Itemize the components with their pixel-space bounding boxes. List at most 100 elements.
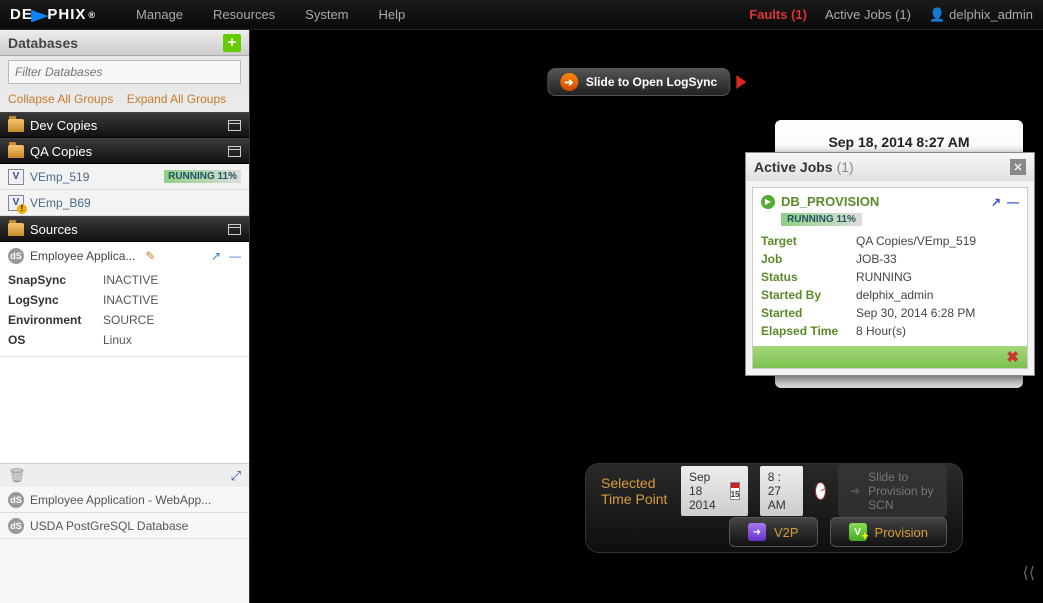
folder-icon (8, 119, 24, 132)
menu-help[interactable]: Help (379, 7, 406, 22)
window-icon[interactable] (228, 146, 241, 157)
jobs-header: Active Jobs (1) ✕ (746, 153, 1034, 181)
menu-system[interactable]: System (305, 7, 348, 22)
close-icon[interactable]: ✕ (1010, 159, 1026, 175)
nav-right: Faults (1) Active Jobs (1) 👤 delphix_admi… (749, 7, 1033, 23)
minimize-icon[interactable]: — (229, 249, 241, 263)
nav-active-jobs[interactable]: Active Jobs (1) (825, 7, 911, 22)
job-key: Job (761, 252, 856, 266)
prop-val: Linux (103, 333, 132, 347)
time-picker[interactable]: 8 : 27 AM (760, 466, 804, 516)
expand-all-link[interactable]: Expand All Groups (127, 92, 226, 106)
arrow-right-icon: ➔ (560, 73, 578, 91)
play-icon[interactable] (736, 75, 746, 89)
nav-user[interactable]: 👤 delphix_admin (929, 7, 1033, 23)
prop-key: SnapSync (8, 273, 103, 287)
logo: DE ▶ PHIX ® (10, 6, 96, 24)
main-area: ➔ Slide to Open LogSync Sep 18, 2014 8:2… (250, 30, 1043, 603)
job-val: QA Copies/VEmp_519 (856, 234, 976, 248)
popout-icon[interactable]: ↗ (991, 195, 1001, 209)
logsync-label: Slide to Open LogSync (586, 75, 717, 89)
sidebar: Databases + Collapse All Groups Expand A… (0, 30, 250, 603)
logo-text-b: PHIX (47, 6, 86, 23)
db-name: VEmp_519 (30, 170, 89, 184)
db-row-vempb69[interactable]: V VEmp_B69 (0, 190, 249, 216)
date-picker[interactable]: Sep 18 2014 (681, 466, 748, 516)
logo-triangle-icon: ▶ (31, 6, 49, 24)
vdb-warn-icon: V (8, 195, 24, 211)
menu-manage[interactable]: Manage (136, 7, 183, 22)
group-label: Dev Copies (30, 118, 97, 133)
logsync-slider[interactable]: ➔ Slide to Open LogSync (547, 68, 730, 96)
window-icon[interactable] (228, 224, 241, 235)
main-menu: Manage Resources System Help (136, 7, 405, 22)
sidebar-tools: 🗑 ⤢ (0, 463, 249, 487)
clock-icon[interactable] (815, 482, 826, 500)
job-name[interactable]: DB_PROVISION (781, 194, 879, 209)
source-row[interactable]: dS USDA PostGreSQL Database (0, 513, 249, 539)
jobs-count: (1) (837, 159, 854, 175)
window-icon[interactable] (228, 120, 241, 131)
provision-icon: V (849, 523, 867, 541)
filter-input[interactable] (8, 60, 241, 84)
source-expanded: dS Employee Applica... ✎ ↗ — SnapSyncINA… (0, 242, 249, 357)
slide-prov-label: Slide to Provision by SCN (868, 470, 935, 512)
slide-provision-scn[interactable]: ➔ Slide to Provision by SCN (838, 464, 947, 518)
source-name: Employee Application - WebApp... (30, 493, 211, 507)
selected-time-label: Selected Time Point (601, 475, 669, 507)
active-jobs-panel: Active Jobs (1) ✕ ▶ DB_PROVISION ↗ — RUN… (745, 152, 1035, 376)
prop-key: LogSync (8, 293, 103, 307)
job-val: delphix_admin (856, 288, 933, 302)
job-key: Status (761, 270, 856, 284)
add-database-button[interactable]: + (223, 34, 241, 52)
user-icon: 👤 (929, 7, 945, 22)
time-value: 8 : 27 AM (768, 470, 796, 512)
edit-icon[interactable]: ✎ (145, 249, 155, 263)
job-val: Sep 30, 2014 6:28 PM (856, 306, 975, 320)
panel-toggle-icon[interactable]: ⟨⟨ (1023, 563, 1035, 583)
group-label: QA Copies (30, 144, 92, 159)
menu-resources[interactable]: Resources (213, 7, 275, 22)
logo-text-a: DE (10, 6, 33, 23)
jobs-title: Active Jobs (754, 159, 833, 175)
minimize-icon[interactable]: — (1007, 195, 1019, 209)
sidebar-title: Databases (8, 35, 78, 51)
popout-icon[interactable]: ↗ (211, 249, 221, 263)
vdb-icon: V (8, 169, 24, 185)
top-nav: DE ▶ PHIX ® Manage Resources System Help… (0, 0, 1043, 30)
prop-val: SOURCE (103, 313, 154, 327)
group-dev-copies[interactable]: Dev Copies (0, 112, 249, 138)
job-key: Elapsed Time (761, 324, 856, 338)
source-name: Employee Applica... (30, 249, 135, 263)
cancel-job-icon[interactable]: ✖ (1006, 348, 1019, 366)
provision-label: Provision (875, 525, 928, 540)
migrate-icon[interactable]: ⤢ (231, 468, 241, 484)
dsource-icon: dS (8, 248, 24, 264)
job-val: JOB-33 (856, 252, 897, 266)
source-title-row[interactable]: dS Employee Applica... ✎ ↗ — (8, 248, 241, 264)
prop-key: Environment (8, 313, 103, 327)
snapshot-time: Sep 18, 2014 8:27 AM (789, 134, 1009, 150)
collapse-all-link[interactable]: Collapse All Groups (8, 92, 113, 106)
v2p-button[interactable]: ➜ V2P (729, 517, 818, 547)
logo-mark: ® (88, 10, 96, 20)
job-key: Started (761, 306, 856, 320)
group-sources[interactable]: Sources (0, 216, 249, 242)
group-qa-copies[interactable]: QA Copies (0, 138, 249, 164)
source-row[interactable]: dS Employee Application - WebApp... (0, 487, 249, 513)
group-controls: Collapse All Groups Expand All Groups (0, 88, 249, 112)
nav-faults[interactable]: Faults (1) (749, 7, 807, 22)
nav-user-label: delphix_admin (949, 7, 1033, 22)
prop-val: INACTIVE (103, 273, 158, 287)
provision-button[interactable]: V Provision (830, 517, 947, 547)
db-row-vemp519[interactable]: V VEmp_519 RUNNING 11% (0, 164, 249, 190)
v2p-label: V2P (774, 525, 799, 540)
job-status-badge: RUNNING 11% (781, 213, 862, 226)
trash-icon[interactable]: 🗑 (8, 467, 26, 484)
time-point-bar: Selected Time Point Sep 18 2014 8 : 27 A… (585, 463, 963, 553)
play-icon: ▶ (761, 195, 775, 209)
dsource-icon: dS (8, 492, 24, 508)
source-name: USDA PostGreSQL Database (30, 519, 188, 533)
running-badge: RUNNING 11% (164, 170, 241, 183)
date-value: Sep 18 2014 (689, 470, 724, 512)
